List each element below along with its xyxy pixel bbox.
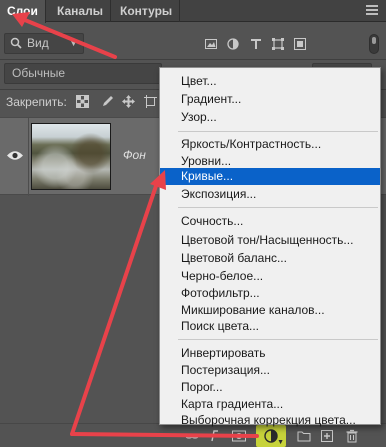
panel-menu-icon[interactable] — [366, 5, 378, 15]
chevron-down-icon: ▼ — [277, 439, 284, 446]
layer-thumbnail — [31, 123, 111, 190]
adjustment-layer-menu: Цвет... Градиент... Узор... Яркость/Конт… — [159, 67, 381, 427]
menu-item-posterize[interactable]: Постеризация... — [160, 362, 380, 379]
lock-transparent-pixels-icon[interactable] — [76, 95, 89, 108]
link-layers-icon[interactable] — [185, 429, 199, 443]
menu-item-gradient-map[interactable]: Карта градиента... — [160, 396, 380, 413]
annotation-arrow-to-curves — [70, 178, 160, 436]
menu-separator — [178, 339, 378, 340]
adjustment-filter-icon[interactable] — [227, 38, 239, 50]
menu-item-color-balance[interactable]: Цветовой баланс... — [160, 250, 380, 267]
tab-channels-label: Каналы — [57, 4, 103, 18]
blend-mode-select[interactable]: Обычные — [4, 63, 162, 84]
menu-item-exposure[interactable]: Экспозиция... — [160, 186, 380, 203]
menu-separator — [178, 207, 378, 208]
menu-item-brightness-contrast[interactable]: Яркость/Контрастность... — [160, 136, 380, 153]
menu-item-invert[interactable]: Инвертировать — [160, 345, 380, 362]
layer-name: Фон — [123, 148, 146, 162]
chevron-down-icon: ▼ — [69, 38, 78, 48]
divider — [0, 59, 386, 60]
adjustment-layer-icon — [264, 429, 278, 443]
image-filter-icon[interactable] — [205, 38, 217, 50]
divider — [28, 118, 29, 196]
new-group-icon[interactable] — [297, 429, 311, 443]
layer-mask-icon[interactable] — [232, 429, 246, 443]
layer-style-fx-icon[interactable] — [209, 429, 223, 443]
menu-item-photo-filter[interactable]: Фотофильтр... — [160, 285, 380, 302]
blend-mode-value: Обычные — [12, 66, 66, 80]
menu-item-color-lookup[interactable]: Поиск цвета... — [160, 318, 380, 335]
tab-layers-label: Слои — [7, 4, 38, 18]
tab-paths-label: Контуры — [120, 4, 173, 18]
lock-label: Закрепить: — [6, 95, 67, 109]
lock-image-pixels-icon[interactable] — [100, 95, 113, 108]
new-layer-icon[interactable] — [320, 429, 334, 443]
panel-tab-bar: Слои Каналы Контуры — [0, 0, 386, 23]
smart-object-filter-icon[interactable] — [294, 38, 306, 50]
trash-icon[interactable] — [345, 429, 359, 443]
lock-artboard-icon[interactable] — [144, 95, 157, 108]
shape-filter-icon[interactable] — [272, 38, 284, 50]
menu-item-selective-color[interactable]: Выборочная коррекция цвета... — [160, 412, 380, 429]
menu-item-threshold[interactable]: Порог... — [160, 379, 380, 396]
eye-icon[interactable] — [7, 150, 23, 161]
menu-item-vibrance[interactable]: Сочность... — [160, 213, 380, 230]
tab-layers[interactable]: Слои — [0, 0, 46, 23]
menu-item-hue-saturation[interactable]: Цветовой тон/Насыщенность... — [160, 232, 380, 249]
tab-paths[interactable]: Контуры — [113, 0, 181, 22]
menu-separator — [178, 131, 378, 132]
menu-item-solid-color[interactable]: Цвет... — [160, 73, 380, 90]
layer-filter-row: Вид ▼ — [0, 30, 386, 58]
filter-kind-select[interactable]: Вид ▼ — [4, 33, 84, 54]
menu-item-gradient[interactable]: Градиент... — [160, 91, 380, 108]
tab-channels[interactable]: Каналы — [50, 0, 111, 22]
lock-position-icon[interactable] — [122, 95, 135, 108]
menu-item-channel-mixer[interactable]: Микширование каналов... — [160, 302, 380, 319]
menu-item-curves[interactable]: Кривые... — [160, 168, 380, 185]
menu-item-black-white[interactable]: Черно-белое... — [160, 268, 380, 285]
filter-toggle-switch[interactable] — [369, 34, 379, 54]
type-filter-icon[interactable] — [250, 38, 262, 50]
menu-item-pattern[interactable]: Узор... — [160, 109, 380, 126]
filter-kind-value: Вид — [27, 36, 49, 50]
search-icon — [10, 37, 22, 49]
